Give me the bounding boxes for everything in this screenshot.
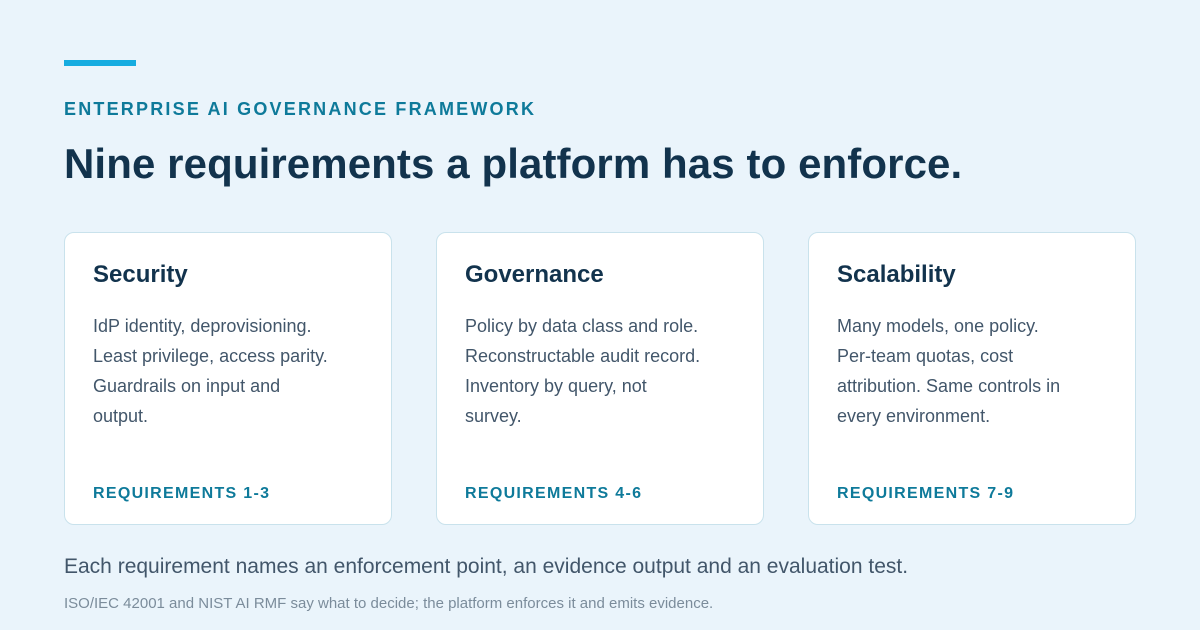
- footer-note: ISO/IEC 42001 and NIST AI RMF say what t…: [64, 595, 714, 612]
- card-governance: Governance Policy by data class and role…: [436, 232, 764, 525]
- card-title: Scalability: [837, 261, 956, 288]
- card-description: Many models, one policy. Per-team quotas…: [837, 316, 1061, 426]
- card-scalability: Scalability Many models, one policy. Per…: [808, 232, 1136, 525]
- accent-bar: [64, 60, 136, 66]
- card-requirements-link[interactable]: REQUIREMENTS 1-3: [93, 485, 270, 503]
- card-requirements-link[interactable]: REQUIREMENTS 4-6: [465, 485, 642, 503]
- card-requirements-link[interactable]: REQUIREMENTS 7-9: [837, 485, 1014, 503]
- card-title: Governance: [465, 261, 604, 288]
- card-security: Security IdP identity, deprovisioning. L…: [64, 232, 392, 525]
- card-description: Policy by data class and role. Reconstru…: [465, 316, 701, 426]
- page-title: Nine requirements a platform has to enfo…: [64, 140, 963, 187]
- card-description: IdP identity, deprovisioning. Least priv…: [93, 316, 328, 426]
- eyebrow-label: ENTERPRISE AI GOVERNANCE FRAMEWORK: [64, 99, 537, 119]
- card-title: Security: [93, 261, 188, 288]
- footer-summary: Each requirement names an enforcement po…: [64, 555, 909, 578]
